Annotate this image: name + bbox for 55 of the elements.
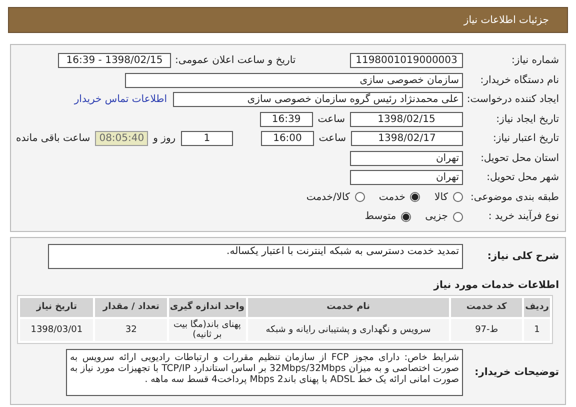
field-label: شرح کلی نیاز: <box>486 251 560 262</box>
radio-button[interactable] <box>401 212 412 222</box>
field-label: استان محل تحویل: <box>480 152 560 164</box>
notes-field: شرایط خاص: دارای مجوز FCP از سازمان تنظیم مقررات و ارتباطات رادیویی ارائه سرویس به صورت اختصاصی و به میزان 32Mbps/32Mbps بر اساس استاندارد TCP/IP با تجهیزات مورد نیاز به صورت امانی ارائه یک خط ADSL با پهنای باند2 Mbps پرداخت4 قسط سه ماهه . <box>66 349 463 396</box>
field-label: طبقه بندی موضوعی: <box>470 192 560 203</box>
field-label: ساعت <box>316 114 346 125</box>
countdown-value: 08:05:40 <box>95 131 148 146</box>
option-label: کالا <box>434 192 448 203</box>
option-label: خدمت <box>378 192 406 203</box>
radio-button[interactable] <box>453 192 463 202</box>
field-value: 1198001019000003 <box>350 53 463 68</box>
field-label: ایجاد کننده درخواست: <box>466 94 560 106</box>
table-cell: پهنای باند(مگا بیت بر ثانیه) <box>168 318 246 340</box>
field-value: سازمان خصوصی سازی <box>125 72 463 88</box>
summary-field: تمدید خدمت دسترسی به شبکه اینترنت با اعتبار یکساله. <box>48 244 463 268</box>
table-cell: سرویس و نگهداری و پشتیبانی رایانه و شبکه <box>248 318 450 340</box>
field-label: ساعت باقی مانده <box>15 133 92 144</box>
field-value: 16:39 <box>260 112 313 127</box>
option-label: جزیی <box>425 211 448 222</box>
field-value: 1398/02/15 <box>350 112 463 127</box>
column-header: تاریخ نیاز <box>20 298 94 316</box>
field-label: توضیحات خریدار: <box>474 367 560 378</box>
option-label: کالا/خدمت <box>306 192 350 203</box>
column-header: کد خدمت <box>451 298 522 316</box>
table-cell: ط-97 <box>451 318 522 340</box>
radio-button[interactable] <box>453 212 463 222</box>
field-value: تهران <box>350 170 463 186</box>
field-label: تاریخ ایجاد نیاز: <box>495 114 560 125</box>
field-label: تاریخ و ساعت اعلان عمومی: <box>175 55 297 66</box>
field-value: 1398/02/15 - 16:39 <box>58 53 171 68</box>
field-label: نام دستگاه خریدار: <box>479 74 560 86</box>
field-value: علی محمدنژاد رئیس گروه سازمان خصوصی سازی <box>173 92 463 108</box>
table-cell: 32 <box>95 318 167 340</box>
column-header: ردیف <box>524 298 550 316</box>
radio-button[interactable] <box>354 192 365 202</box>
page-title: جزئیات اطلاعات نیاز <box>464 14 549 26</box>
field-label: ساعت <box>318 133 347 144</box>
contact-link[interactable]: اطلاعات تماس خریدار <box>74 94 167 106</box>
column-header: نام خدمت <box>248 298 450 316</box>
option-label: متوسط <box>364 211 396 222</box>
field-value: تهران <box>350 150 463 166</box>
table-cell: 1 <box>524 318 550 340</box>
column-header: تعداد / مقدار <box>95 298 167 316</box>
field-value: 1398/02/17 <box>351 131 463 146</box>
field-label: روز و <box>152 133 177 144</box>
column-header: واحد اندازه گیری <box>168 298 246 316</box>
field-value: 16:00 <box>261 131 314 146</box>
field-label: نوع فرآیند خرید : <box>487 211 560 222</box>
field-value: 1 <box>180 131 234 146</box>
field-label: تاریخ اعتبار نیاز: <box>492 133 560 144</box>
table-cell: 1398/03/01 <box>20 318 94 340</box>
radio-button[interactable] <box>410 192 420 202</box>
field-label: شماره نیاز: <box>510 55 560 66</box>
section-heading: اطلاعات خدمات مورد نیاز <box>432 278 560 292</box>
field-label: شهر محل تحویل: <box>486 172 560 184</box>
